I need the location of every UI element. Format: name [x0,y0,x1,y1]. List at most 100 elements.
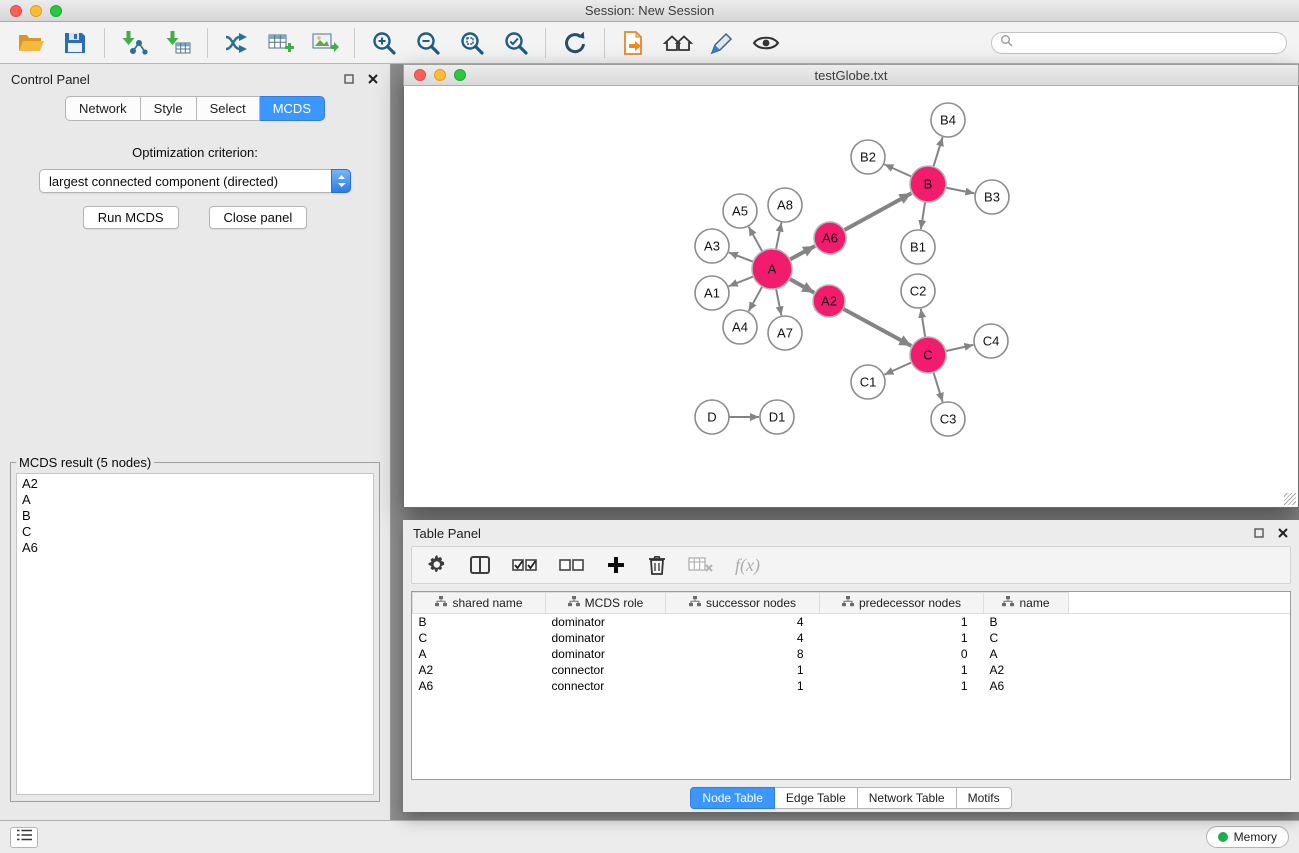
result-item[interactable]: A [22,492,368,508]
close-table-panel-icon[interactable] [1277,527,1289,539]
apply-style-icon[interactable] [707,28,737,58]
refresh-layout-icon[interactable] [560,28,590,58]
node-D[interactable]: D [695,400,729,434]
node-A6[interactable]: A6 [814,222,846,254]
save-session-icon[interactable] [60,28,90,58]
mcds-result-list[interactable]: A2ABCA6 [16,473,374,795]
edge-A-A3[interactable] [729,252,754,261]
node-A8[interactable]: A8 [768,188,802,222]
network-minimize-button[interactable] [434,69,446,81]
minimize-window-button[interactable] [30,5,42,17]
node-A3[interactable]: A3 [695,229,729,263]
table-cell[interactable]: dominator [546,614,666,630]
zoom-window-button[interactable] [50,5,62,17]
show-panels-button[interactable] [10,827,38,848]
close-panel-icon[interactable] [367,73,379,85]
node-A5[interactable]: A5 [723,194,757,228]
column-editor-icon[interactable] [469,554,491,576]
table-cell[interactable]: dominator [546,646,666,662]
new-network-icon[interactable] [222,28,252,58]
tab-node-table[interactable]: Node Table [690,787,775,809]
edge-C-C1[interactable] [884,362,911,374]
select-all-icon[interactable] [512,555,538,575]
node-D1[interactable]: D1 [760,400,794,434]
node-B3[interactable]: B3 [975,180,1009,214]
edge-A-A6[interactable] [790,246,815,260]
table-cell[interactable]: 8 [666,646,820,662]
node-C2[interactable]: C2 [901,274,935,308]
close-window-button[interactable] [10,5,22,17]
edge-A-A5[interactable] [749,227,763,252]
table-row[interactable]: Adominator80A [413,646,1291,662]
column-header[interactable]: shared name [413,593,546,614]
tab-style[interactable]: Style [141,96,197,121]
node-A1[interactable]: A1 [695,276,729,310]
table-cell[interactable]: 4 [666,614,820,630]
edge-A2-C[interactable] [843,309,911,346]
table-cell[interactable]: B [984,614,1069,630]
zoom-selected-icon[interactable] [501,28,531,58]
network-close-button[interactable] [414,69,426,81]
node-B[interactable]: B [910,166,946,202]
tab-motifs[interactable]: Motifs [957,787,1012,809]
node-table[interactable]: shared nameMCDS rolesuccessor nodesprede… [411,591,1291,780]
run-mcds-button[interactable]: Run MCDS [83,206,179,229]
resize-grip[interactable] [1284,493,1296,505]
table-row[interactable]: A6connector11A6 [413,678,1291,694]
table-row[interactable]: A2connector11A2 [413,662,1291,678]
column-header[interactable]: successor nodes [666,593,820,614]
delete-row-icon[interactable] [647,554,667,576]
memory-button[interactable]: Memory [1206,826,1289,848]
table-cell[interactable]: A [984,646,1069,662]
table-cell[interactable]: 1 [666,662,820,678]
zoom-out-icon[interactable] [413,28,443,58]
import-network-file-icon[interactable] [119,28,149,58]
node-A7[interactable]: A7 [768,316,802,350]
zoom-in-icon[interactable] [369,28,399,58]
tab-network[interactable]: Network [65,96,141,121]
edge-C-C2[interactable] [921,309,925,337]
edge-C-C4[interactable] [946,345,974,351]
eye-icon[interactable] [751,28,781,58]
table-cell[interactable]: 1 [820,630,984,646]
result-item[interactable]: A6 [22,540,368,556]
tab-edge-table[interactable]: Edge Table [775,787,858,809]
float-panel-icon[interactable] [343,73,355,85]
import-table-file-icon[interactable] [163,28,193,58]
node-C[interactable]: C [910,337,946,373]
tab-select[interactable]: Select [197,96,260,121]
close-panel-button[interactable]: Close panel [209,206,308,229]
edge-B-B3[interactable] [946,188,975,194]
zoom-fit-icon[interactable] [457,28,487,58]
function-builder-icon[interactable]: f(x) [735,555,760,576]
edge-C-C3[interactable] [933,372,942,402]
column-header[interactable]: MCDS role [546,593,666,614]
column-header[interactable]: name [984,593,1069,614]
node-C3[interactable]: C3 [931,402,965,436]
table-cell[interactable]: 1 [820,662,984,678]
node-A[interactable]: A [752,249,792,289]
gear-icon[interactable] [426,554,448,576]
table-cell[interactable]: C [413,630,546,646]
tab-network-table[interactable]: Network Table [858,787,957,809]
table-cell[interactable]: 0 [820,646,984,662]
table-cell[interactable]: A6 [984,678,1069,694]
table-cell[interactable]: A2 [984,662,1069,678]
delete-table-icon[interactable] [688,555,714,575]
table-cell[interactable]: 1 [820,678,984,694]
export-image-icon[interactable] [310,28,340,58]
node-A2[interactable]: A2 [813,285,845,317]
table-cell[interactable]: B [413,614,546,630]
table-cell[interactable]: 1 [820,614,984,630]
table-cell[interactable]: 1 [666,678,820,694]
node-B4[interactable]: B4 [931,103,965,137]
node-B2[interactable]: B2 [851,140,885,174]
node-A4[interactable]: A4 [723,310,757,344]
edge-A-A4[interactable] [749,287,763,312]
table-row[interactable]: Bdominator41B [413,614,1291,630]
table-row[interactable]: Cdominator41C [413,630,1291,646]
node-C1[interactable]: C1 [851,365,885,399]
edge-A-A8[interactable] [776,223,781,250]
criterion-select[interactable]: largest connected component (directed) [39,169,351,193]
new-table-icon[interactable] [266,28,296,58]
